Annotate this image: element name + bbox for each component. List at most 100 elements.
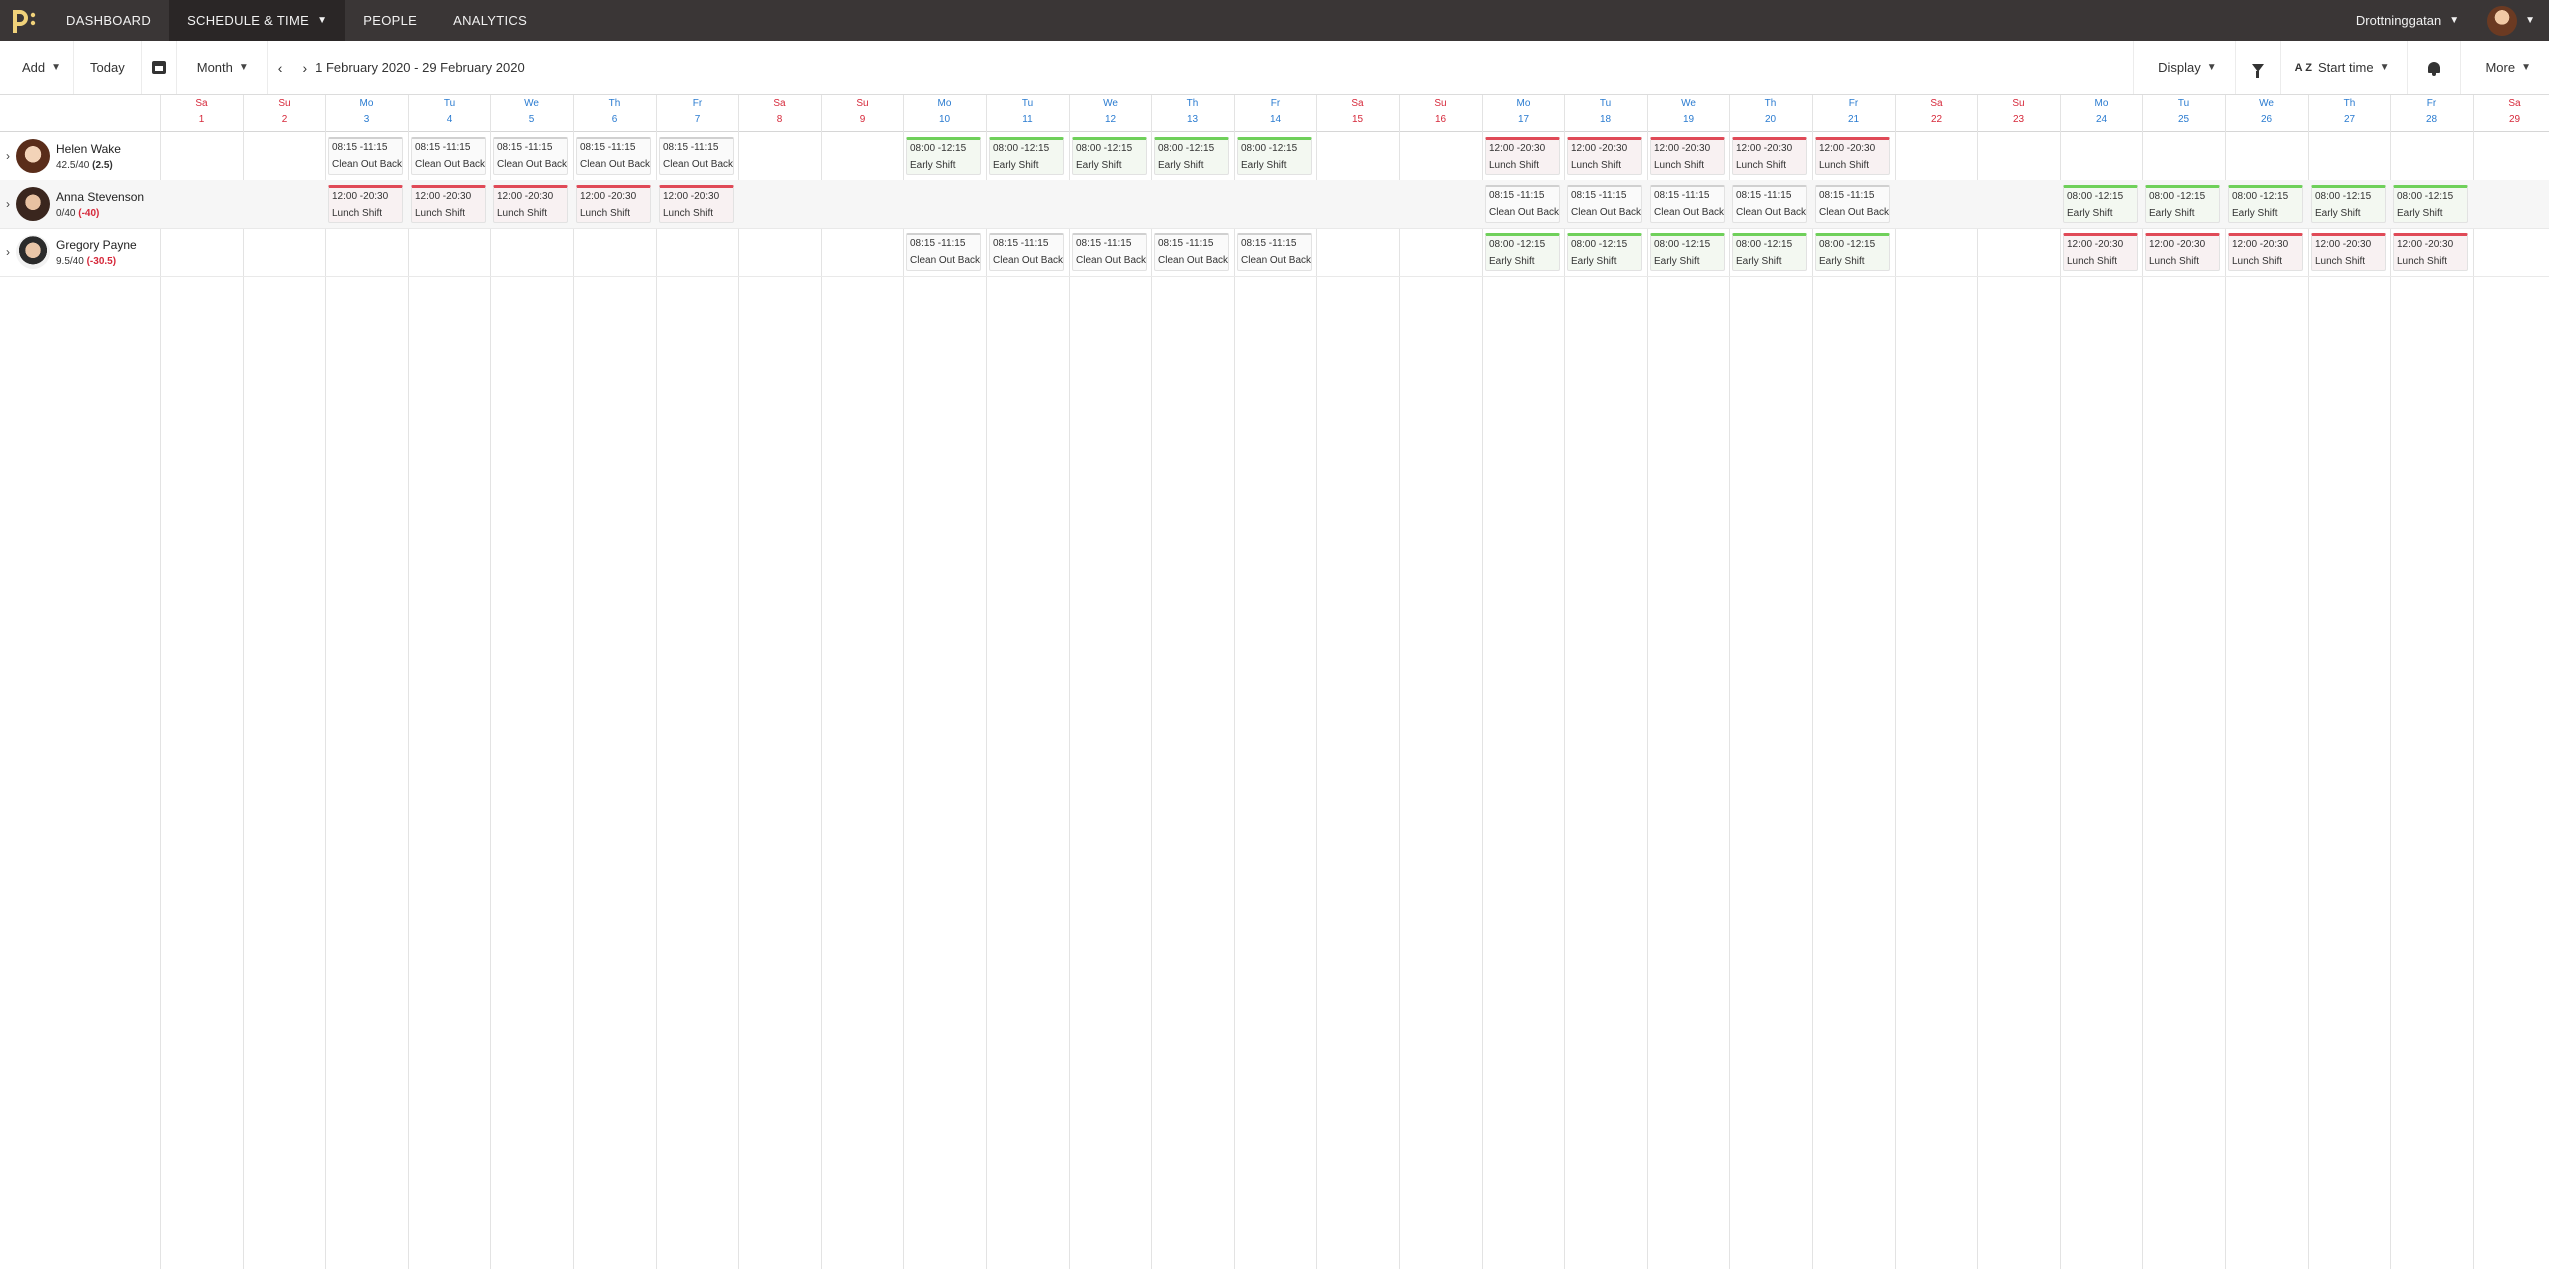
day-header[interactable]: Mo 17 <box>1482 95 1565 131</box>
shift-card[interactable]: 08:00 -12:15 Early Shift <box>906 137 981 175</box>
day-header[interactable]: We 12 <box>1069 95 1152 131</box>
shift-card[interactable]: 08:15 -11:15 Clean Out Back <box>576 137 651 175</box>
day-header[interactable]: Sa 29 <box>2473 95 2549 131</box>
shift-card[interactable]: 12:00 -20:30 Lunch Shift <box>2311 233 2386 271</box>
shift-card[interactable]: 08:00 -12:15 Early Shift <box>2393 185 2468 223</box>
shift-time: 08:00 -12:15 <box>1076 143 1133 154</box>
notifications-button[interactable] <box>2407 41 2460 94</box>
shift-card[interactable]: 08:00 -12:15 Early Shift <box>1567 233 1642 271</box>
day-header[interactable]: Th 20 <box>1729 95 1812 131</box>
expand-chevron-icon[interactable]: › <box>0 197 16 211</box>
shift-card[interactable]: 12:00 -20:30 Lunch Shift <box>411 185 486 223</box>
shift-card[interactable]: 12:00 -20:30 Lunch Shift <box>328 185 403 223</box>
day-header[interactable]: Fr 7 <box>656 95 739 131</box>
shift-card[interactable]: 12:00 -20:30 Lunch Shift <box>576 185 651 223</box>
nav-dashboard[interactable]: DASHBOARD <box>48 0 169 41</box>
employee-cell[interactable]: › Helen Wake 42.5/40 (2.5) <box>0 132 160 180</box>
shift-card[interactable]: 12:00 -20:30 Lunch Shift <box>1650 137 1725 175</box>
day-header[interactable]: Fr 21 <box>1812 95 1895 131</box>
shift-card[interactable]: 12:00 -20:30 Lunch Shift <box>1567 137 1642 175</box>
calendar-picker-button[interactable] <box>142 41 177 94</box>
shift-card[interactable]: 08:15 -11:15 Clean Out Back <box>328 137 403 175</box>
shift-card[interactable]: 12:00 -20:30 Lunch Shift <box>1485 137 1560 175</box>
nav-people[interactable]: PEOPLE <box>345 0 435 41</box>
shift-card[interactable]: 12:00 -20:30 Lunch Shift <box>2228 233 2303 271</box>
more-menu-button[interactable]: More ▼ <box>2460 41 2549 94</box>
day-header[interactable]: Su 16 <box>1399 95 1482 131</box>
shift-card[interactable]: 08:00 -12:15 Early Shift <box>1237 137 1312 175</box>
employee-cell[interactable]: › Anna Stevenson 0/40 (-40) <box>0 180 160 228</box>
next-period-button[interactable]: › <box>292 41 315 94</box>
day-header[interactable]: Sa 1 <box>160 95 243 131</box>
shift-card[interactable]: 08:15 -11:15 Clean Out Back <box>411 137 486 175</box>
nav-schedule-time[interactable]: SCHEDULE & TIME ▼ <box>169 0 346 41</box>
shift-card[interactable]: 08:15 -11:15 Clean Out Back <box>1567 185 1642 223</box>
day-header[interactable]: Su 9 <box>821 95 904 131</box>
day-header[interactable]: We 26 <box>2225 95 2308 131</box>
day-header[interactable]: Mo 24 <box>2060 95 2143 131</box>
shift-card[interactable]: 12:00 -20:30 Lunch Shift <box>659 185 734 223</box>
day-header[interactable]: Su 2 <box>243 95 326 131</box>
expand-chevron-icon[interactable]: › <box>0 149 16 163</box>
user-avatar[interactable] <box>2487 5 2518 36</box>
add-button[interactable]: Add ▼ <box>0 41 75 94</box>
shift-card[interactable]: 08:15 -11:15 Clean Out Back <box>1650 185 1725 223</box>
display-menu-button[interactable]: Display ▼ <box>2133 41 2235 94</box>
day-header[interactable]: Mo 3 <box>325 95 408 131</box>
app-logo[interactable] <box>0 0 48 41</box>
day-header[interactable]: Tu 11 <box>986 95 1069 131</box>
nav-analytics[interactable]: ANALYTICS <box>435 0 545 41</box>
day-header[interactable]: Th 13 <box>1151 95 1234 131</box>
shift-card[interactable]: 08:15 -11:15 Clean Out Back <box>1815 185 1890 223</box>
day-header[interactable]: Tu 4 <box>408 95 491 131</box>
shift-card[interactable]: 08:00 -12:15 Early Shift <box>2228 185 2303 223</box>
day-header[interactable]: Su 23 <box>1977 95 2060 131</box>
day-header[interactable]: Sa 22 <box>1895 95 1978 131</box>
shift-card[interactable]: 08:00 -12:15 Early Shift <box>1650 233 1725 271</box>
shift-card[interactable]: 08:00 -12:15 Early Shift <box>1072 137 1147 175</box>
shift-card[interactable]: 08:15 -11:15 Clean Out Back <box>493 137 568 175</box>
shift-card[interactable]: 08:15 -11:15 Clean Out Back <box>1485 185 1560 223</box>
shift-card[interactable]: 08:15 -11:15 Clean Out Back <box>1072 233 1147 271</box>
shift-card[interactable]: 08:00 -12:15 Early Shift <box>1485 233 1560 271</box>
day-header[interactable]: Fr 28 <box>2390 95 2473 131</box>
day-header[interactable]: Mo 10 <box>903 95 986 131</box>
shift-card[interactable]: 12:00 -20:30 Lunch Shift <box>2393 233 2468 271</box>
chevron-down-icon[interactable]: ▼ <box>2525 15 2535 26</box>
previous-period-button[interactable]: ‹ <box>268 41 293 94</box>
shift-card[interactable]: 08:00 -12:15 Early Shift <box>989 137 1064 175</box>
shift-card[interactable]: 12:00 -20:30 Lunch Shift <box>1815 137 1890 175</box>
day-header[interactable]: Sa 8 <box>738 95 821 131</box>
shift-card[interactable]: 08:15 -11:15 Clean Out Back <box>659 137 734 175</box>
day-header[interactable]: We 19 <box>1647 95 1730 131</box>
filter-button[interactable] <box>2234 41 2280 94</box>
view-selector[interactable]: Month ▼ <box>177 41 268 94</box>
shift-card[interactable]: 12:00 -20:30 Lunch Shift <box>1732 137 1807 175</box>
shift-card[interactable]: 08:15 -11:15 Clean Out Back <box>1732 185 1807 223</box>
day-header[interactable]: Fr 14 <box>1234 95 1317 131</box>
shift-card[interactable]: 08:15 -11:15 Clean Out Back <box>989 233 1064 271</box>
shift-card[interactable]: 08:15 -11:15 Clean Out Back <box>1237 233 1312 271</box>
location-selector[interactable]: Drottninggatan ▼ <box>2356 13 2459 28</box>
day-header[interactable]: Sa 15 <box>1316 95 1399 131</box>
employee-cell[interactable]: › Gregory Payne 9.5/40 (-30.5) <box>0 228 160 276</box>
day-header[interactable]: Tu 25 <box>2142 95 2225 131</box>
shift-card[interactable]: 08:00 -12:15 Early Shift <box>2311 185 2386 223</box>
day-header[interactable]: Th 27 <box>2308 95 2391 131</box>
shift-card[interactable]: 08:15 -11:15 Clean Out Back <box>1154 233 1229 271</box>
shift-card[interactable]: 12:00 -20:30 Lunch Shift <box>493 185 568 223</box>
day-header[interactable]: We 5 <box>490 95 573 131</box>
today-button[interactable]: Today <box>74 41 142 94</box>
shift-card[interactable]: 08:15 -11:15 Clean Out Back <box>906 233 981 271</box>
day-header[interactable]: Tu 18 <box>1564 95 1647 131</box>
shift-card[interactable]: 08:00 -12:15 Early Shift <box>1815 233 1890 271</box>
shift-card[interactable]: 08:00 -12:15 Early Shift <box>2063 185 2138 223</box>
shift-card[interactable]: 08:00 -12:15 Early Shift <box>2145 185 2220 223</box>
shift-card[interactable]: 12:00 -20:30 Lunch Shift <box>2145 233 2220 271</box>
shift-card[interactable]: 08:00 -12:15 Early Shift <box>1154 137 1229 175</box>
shift-card[interactable]: 08:00 -12:15 Early Shift <box>1732 233 1807 271</box>
sort-menu-button[interactable]: A Z Start time ▼ <box>2279 41 2408 94</box>
shift-card[interactable]: 12:00 -20:30 Lunch Shift <box>2063 233 2138 271</box>
day-header[interactable]: Th 6 <box>573 95 656 131</box>
expand-chevron-icon[interactable]: › <box>0 245 16 259</box>
